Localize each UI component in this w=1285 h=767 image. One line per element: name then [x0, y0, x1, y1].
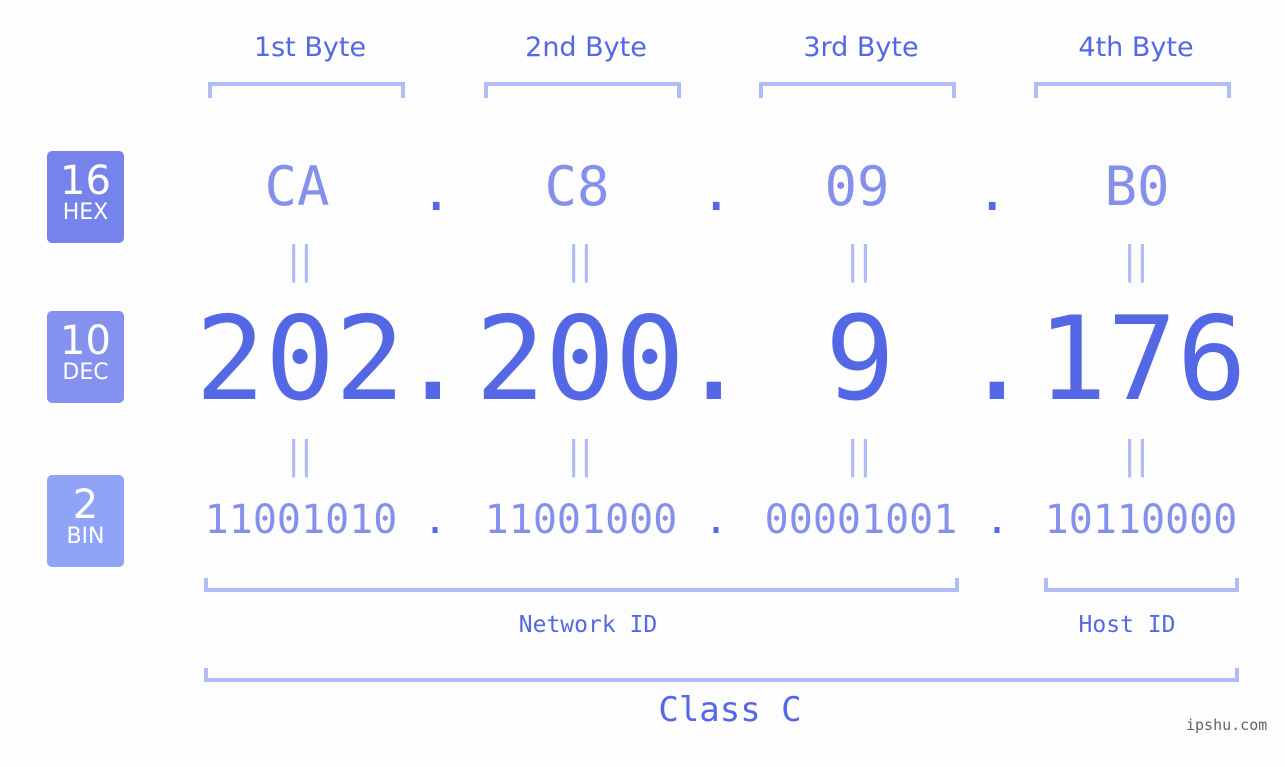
byte-header-4: 4th Byte: [1078, 32, 1194, 63]
hex-separator-3: .: [976, 160, 1009, 223]
hex-base: 16: [60, 158, 111, 204]
bin-byte-4: 10110000: [1044, 497, 1238, 543]
byte-header-2: 2nd Byte: [525, 32, 647, 63]
bin-byte-2: 11001000: [484, 497, 678, 543]
network-id-label: Network ID: [518, 612, 658, 638]
bin-separator-1: .: [423, 497, 448, 543]
hex-separator-2: .: [700, 160, 733, 223]
bin-byte-1: 11001010: [204, 497, 398, 543]
host-id-label: Host ID: [1078, 612, 1176, 638]
equals-hex-dec-3: ||: [846, 238, 872, 282]
host-id-bracket: [1044, 578, 1239, 592]
bin-base: 2: [72, 482, 99, 528]
hex-byte-3: 09: [824, 155, 890, 218]
watermark: ipshu.com: [1186, 716, 1268, 734]
hex-badge: 16 HEX: [47, 151, 124, 243]
byte-header-3: 3rd Byte: [803, 32, 919, 63]
equals-dec-bin-1: ||: [287, 433, 313, 477]
dec-byte-4: 176: [1037, 292, 1247, 427]
network-id-bracket: [204, 578, 959, 592]
class-bracket: [204, 668, 1239, 682]
equals-dec-bin-3: ||: [846, 433, 872, 477]
dec-separator-3: .: [962, 292, 1032, 427]
bin-badge: 2 BIN: [47, 475, 124, 567]
equals-hex-dec-1: ||: [287, 238, 313, 282]
equals-dec-bin-2: ||: [567, 433, 593, 477]
class-label: Class C: [658, 690, 802, 730]
equals-dec-bin-4: ||: [1123, 433, 1149, 477]
dec-base: 10: [60, 318, 111, 364]
dec-label: DEC: [62, 360, 109, 385]
byte-header-1: 1st Byte: [253, 32, 367, 63]
byte-bracket-1: [208, 82, 405, 98]
dec-separator-1: .: [398, 292, 468, 427]
equals-hex-dec-4: ||: [1123, 238, 1149, 282]
bin-label: BIN: [66, 524, 105, 549]
byte-bracket-4: [1034, 82, 1231, 98]
bin-separator-3: .: [985, 497, 1010, 543]
bin-byte-3: 00001001: [764, 497, 958, 543]
dec-byte-3: 9: [825, 292, 895, 427]
byte-bracket-3: [759, 82, 956, 98]
hex-separator-1: .: [420, 160, 453, 223]
hex-byte-1: CA: [264, 155, 330, 218]
dec-byte-2: 200: [475, 292, 685, 427]
dec-byte-1: 202: [195, 292, 405, 427]
equals-hex-dec-2: ||: [567, 238, 593, 282]
bin-separator-2: .: [704, 497, 729, 543]
hex-byte-2: C8: [544, 155, 610, 218]
dec-badge: 10 DEC: [47, 311, 124, 403]
hex-label: HEX: [62, 200, 109, 225]
hex-byte-4: B0: [1104, 155, 1170, 218]
dec-separator-2: .: [679, 292, 749, 427]
byte-bracket-2: [484, 82, 681, 98]
